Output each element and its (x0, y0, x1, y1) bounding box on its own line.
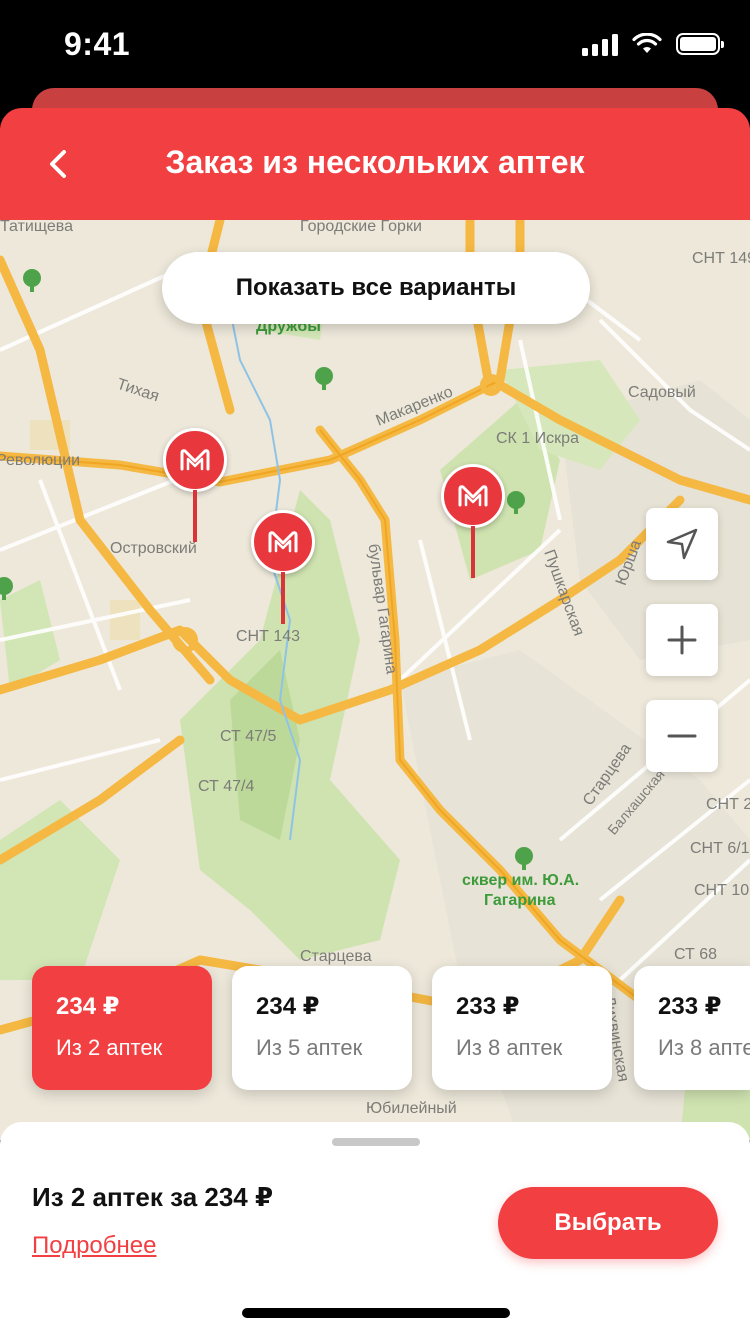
minus-icon (667, 734, 697, 738)
offer-price: 234 ₽ (56, 993, 120, 1020)
plus-icon (667, 625, 697, 655)
map-label: Гагарина (484, 892, 556, 909)
map-label: СТ 47/5 (220, 728, 277, 745)
home-indicator (242, 1308, 510, 1318)
offer-pharmacy-count: Из 5 аптек (256, 1035, 363, 1060)
offer-price: 233 ₽ (658, 993, 722, 1020)
cellular-signal-icon (582, 32, 618, 56)
offer-price: 234 ₽ (256, 993, 320, 1020)
offer-card[interactable]: 233 ₽ Из 8 аптек (634, 966, 750, 1090)
show-all-variants-button[interactable]: Показать все варианты (162, 252, 590, 324)
details-link[interactable]: Подробнее (32, 1232, 156, 1260)
order-summary: Из 2 аптек за 234 ₽ (32, 1182, 274, 1212)
offer-pharmacy-count: Из 2 аптек (56, 1035, 163, 1060)
pharmacy-logo-icon (251, 510, 315, 574)
offer-card-selected[interactable]: 234 ₽ Из 2 аптек (32, 966, 212, 1090)
offer-card[interactable]: 234 ₽ Из 5 аптек (232, 966, 412, 1090)
zoom-out-button[interactable] (646, 700, 718, 772)
map-label: Юбилейный (366, 1100, 457, 1117)
offer-price: 233 ₽ (456, 993, 520, 1020)
map-label: СНТ 2 (706, 796, 750, 813)
select-button[interactable]: Выбрать (498, 1187, 718, 1259)
map-label: СТ 47/4 (198, 778, 255, 795)
my-location-button[interactable] (646, 508, 718, 580)
map-label: СНТ 149 (692, 250, 750, 267)
map-label: сквер им. Ю.А. (462, 872, 580, 889)
battery-icon (676, 33, 724, 55)
drag-handle[interactable] (332, 1138, 420, 1146)
map-label: Революции (0, 452, 81, 469)
offer-card[interactable]: 233 ₽ Из 8 аптек (432, 966, 612, 1090)
wifi-icon (632, 33, 662, 53)
map-label: СНТ 143 (236, 628, 301, 645)
zoom-in-button[interactable] (646, 604, 718, 676)
offer-pharmacy-count: Из 8 аптек (658, 1035, 750, 1060)
pharmacy-logo-icon (163, 428, 227, 492)
map-label: СТ 68 (674, 946, 718, 963)
status-icons (582, 32, 724, 56)
page-title: Заказ из нескольких аптек (165, 144, 585, 180)
pharmacy-pin[interactable] (251, 510, 315, 628)
map-label: СНТ 10 (694, 882, 750, 899)
bottom-sheet: Из 2 аптек за 234 ₽ Подробнее Выбрать (0, 1122, 750, 1334)
map-label: СК 1 Искра (496, 430, 579, 447)
navigation-arrow-icon (666, 528, 698, 560)
status-time: 9:41 (64, 26, 131, 62)
header: Заказ из нескольких аптек (0, 108, 750, 220)
map-label: Садовый (628, 384, 696, 401)
map-label: Городские Горки (300, 220, 422, 235)
status-bar: 9:41 (0, 0, 750, 92)
pharmacy-pin[interactable] (441, 464, 505, 582)
map-label: Старцева (300, 948, 372, 965)
offer-pharmacy-count: Из 8 аптек (456, 1035, 563, 1060)
pharmacy-pin[interactable] (163, 428, 227, 546)
map-label: Татищева (0, 220, 73, 235)
pharmacy-logo-icon (441, 464, 505, 528)
map-label: СНТ 6/1 (690, 840, 750, 857)
